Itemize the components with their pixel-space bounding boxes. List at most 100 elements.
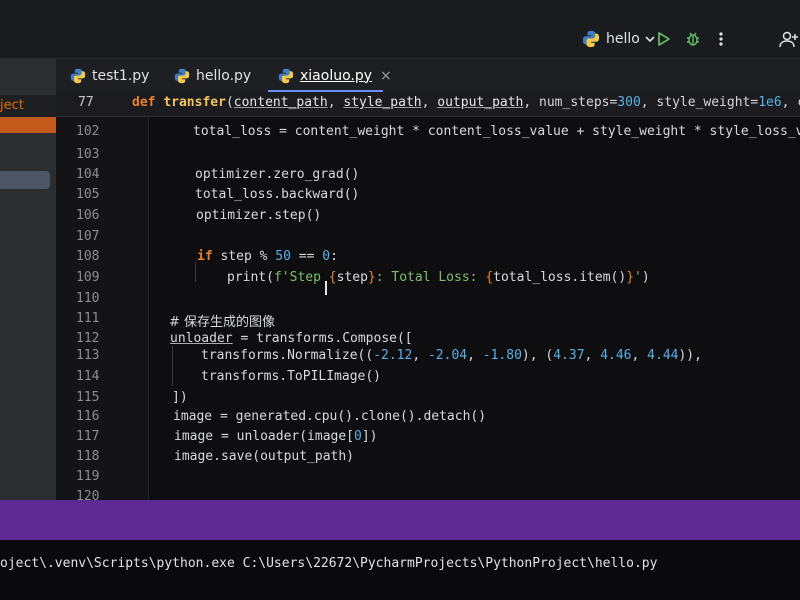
code-line[interactable]: 110 (56, 289, 800, 309)
line-number: 105 (76, 187, 100, 202)
fstring-brace: { (485, 270, 494, 285)
debug-button[interactable] (682, 28, 704, 50)
line-number: 112 (76, 331, 100, 346)
code-text: transforms.ToPILImage() (201, 369, 382, 384)
code-comment: # 保存生成的图像 (169, 315, 276, 330)
code-line[interactable]: 102 total_loss = content_weight * conten… (56, 122, 800, 142)
code-text: , (412, 348, 428, 363)
more-vertical-icon (719, 32, 723, 46)
tab-test1[interactable]: test1.py (70, 59, 149, 92)
code-text: print( (227, 270, 274, 285)
param: output_path (437, 95, 524, 110)
code-text: , style_weight= (640, 95, 759, 110)
code-line[interactable]: 115 ]) (56, 388, 800, 408)
code-line[interactable]: 107 (56, 227, 800, 247)
number: 4.46 (600, 348, 632, 363)
terminal-panel[interactable]: oject\.venv\Scripts\python.exe C:\Users\… (0, 540, 800, 600)
line-number: 110 (76, 291, 100, 306)
run-button[interactable] (652, 28, 674, 50)
main-toolbar: hello (0, 0, 800, 59)
add-user-button[interactable] (778, 28, 800, 50)
code-line[interactable]: 119 (56, 467, 800, 487)
more-actions-button[interactable] (710, 28, 732, 50)
code-line[interactable]: 108 if step % 50 == 0: (56, 247, 800, 267)
tool-window-strip[interactable] (0, 500, 800, 540)
code-text: image = unloader(image[ (174, 429, 355, 444)
run-icon (658, 32, 670, 46)
tab-xiaoluo[interactable]: xiaoluo.py × (278, 59, 392, 92)
code-line[interactable]: 103 (56, 145, 800, 165)
line-number: 115 (76, 390, 100, 405)
code-text: = transforms.Compose([ (232, 331, 413, 346)
run-configuration-selector[interactable]: hello (582, 28, 656, 50)
code-line[interactable]: 104 optimizer.zero_grad() (56, 165, 800, 185)
python-file-icon (278, 68, 294, 83)
sticky-scroll-header[interactable]: 77 def transfer(content_path, style_path… (56, 92, 800, 117)
code-text: == (290, 249, 323, 264)
code-text: , (584, 348, 601, 363)
line-number: 116 (76, 409, 100, 424)
code-text: ), ( (521, 348, 554, 363)
python-file-icon (174, 68, 190, 83)
keyword: if (197, 249, 213, 264)
line-number: 119 (76, 469, 100, 484)
run-config-label: hello (606, 31, 640, 47)
code-text: if step % 50 == 0: (197, 249, 338, 264)
line-number: 102 (76, 124, 100, 139)
code-line[interactable]: 117 image = unloader(image[0]) (56, 427, 800, 447)
editor-tab-bar: test1.py hello.py xiaoluo.py × (56, 59, 800, 92)
code-line[interactable]: 105 total_loss.backward() (56, 185, 800, 205)
number: 4.37 (553, 348, 585, 363)
project-tree-selected-item[interactable] (0, 171, 50, 189)
project-tool-window: ject (0, 59, 56, 501)
string: f'Step (273, 270, 329, 285)
line-number: 108 (76, 249, 100, 264)
number: -1.80 (482, 348, 522, 363)
string: : Total Loss: (375, 270, 486, 285)
param: content_path (233, 95, 328, 110)
code-line[interactable]: 106 optimizer.step() (56, 206, 800, 226)
line-number: 113 (76, 348, 100, 363)
code-line[interactable]: 111 # 保存生成的图像 (56, 309, 800, 330)
code-text: image = unloader(image[0]) (174, 429, 378, 444)
code-text: )), (678, 348, 702, 363)
code-text: optimizer.step() (196, 208, 322, 223)
project-header[interactable]: ject (0, 95, 56, 117)
line-number: 103 (76, 147, 100, 162)
close-tab-icon[interactable]: × (380, 68, 392, 84)
number: 4.44 (647, 348, 679, 363)
code-text: step (336, 270, 368, 285)
python-file-icon (70, 68, 86, 83)
line-number: 111 (76, 311, 100, 326)
code-line[interactable]: 116 image = generated.cpu().clone().deta… (56, 407, 800, 427)
text-cursor (325, 281, 327, 295)
code-text: : (330, 249, 338, 264)
line-number: 109 (76, 270, 100, 285)
code-text: , content_ (781, 95, 800, 110)
code-line[interactable]: 118 image.save(output_path) (56, 447, 800, 467)
code-line[interactable]: 109 print(f'Step {step}: Total Loss: {to… (56, 268, 800, 288)
code-text: optimizer.zero_grad() (195, 167, 360, 182)
line-number: 117 (76, 429, 100, 444)
number: 0 (354, 429, 362, 444)
tab-hello[interactable]: hello.py (174, 59, 251, 92)
code-line[interactable]: 113 transforms.Normalize((-2.12, -2.04, … (56, 346, 800, 366)
code-text: , (467, 348, 483, 363)
code-text: image = generated.cpu().clone().detach() (173, 409, 487, 424)
code-line[interactable]: 114 transforms.ToPILImage() (56, 367, 800, 387)
tab-label: xiaoluo.py (300, 67, 373, 84)
number: 300 (617, 95, 641, 110)
fstring-brace: } (367, 270, 376, 285)
code-punct: , (421, 95, 438, 110)
code-text: total_loss.item() (493, 270, 627, 285)
number: 50 (275, 249, 291, 264)
tab-label: hello.py (196, 67, 252, 84)
code-text: print(f'Step {step}: Total Loss: {total_… (227, 270, 650, 285)
code-text: unloader = transforms.Compose([ (170, 331, 413, 346)
number: -2.12 (373, 348, 413, 363)
number: -2.04 (427, 348, 468, 363)
tab-label: test1.py (92, 67, 150, 84)
number: 1e6 (758, 95, 782, 110)
code-punct: ( (225, 95, 234, 110)
line-number: 118 (76, 449, 100, 464)
